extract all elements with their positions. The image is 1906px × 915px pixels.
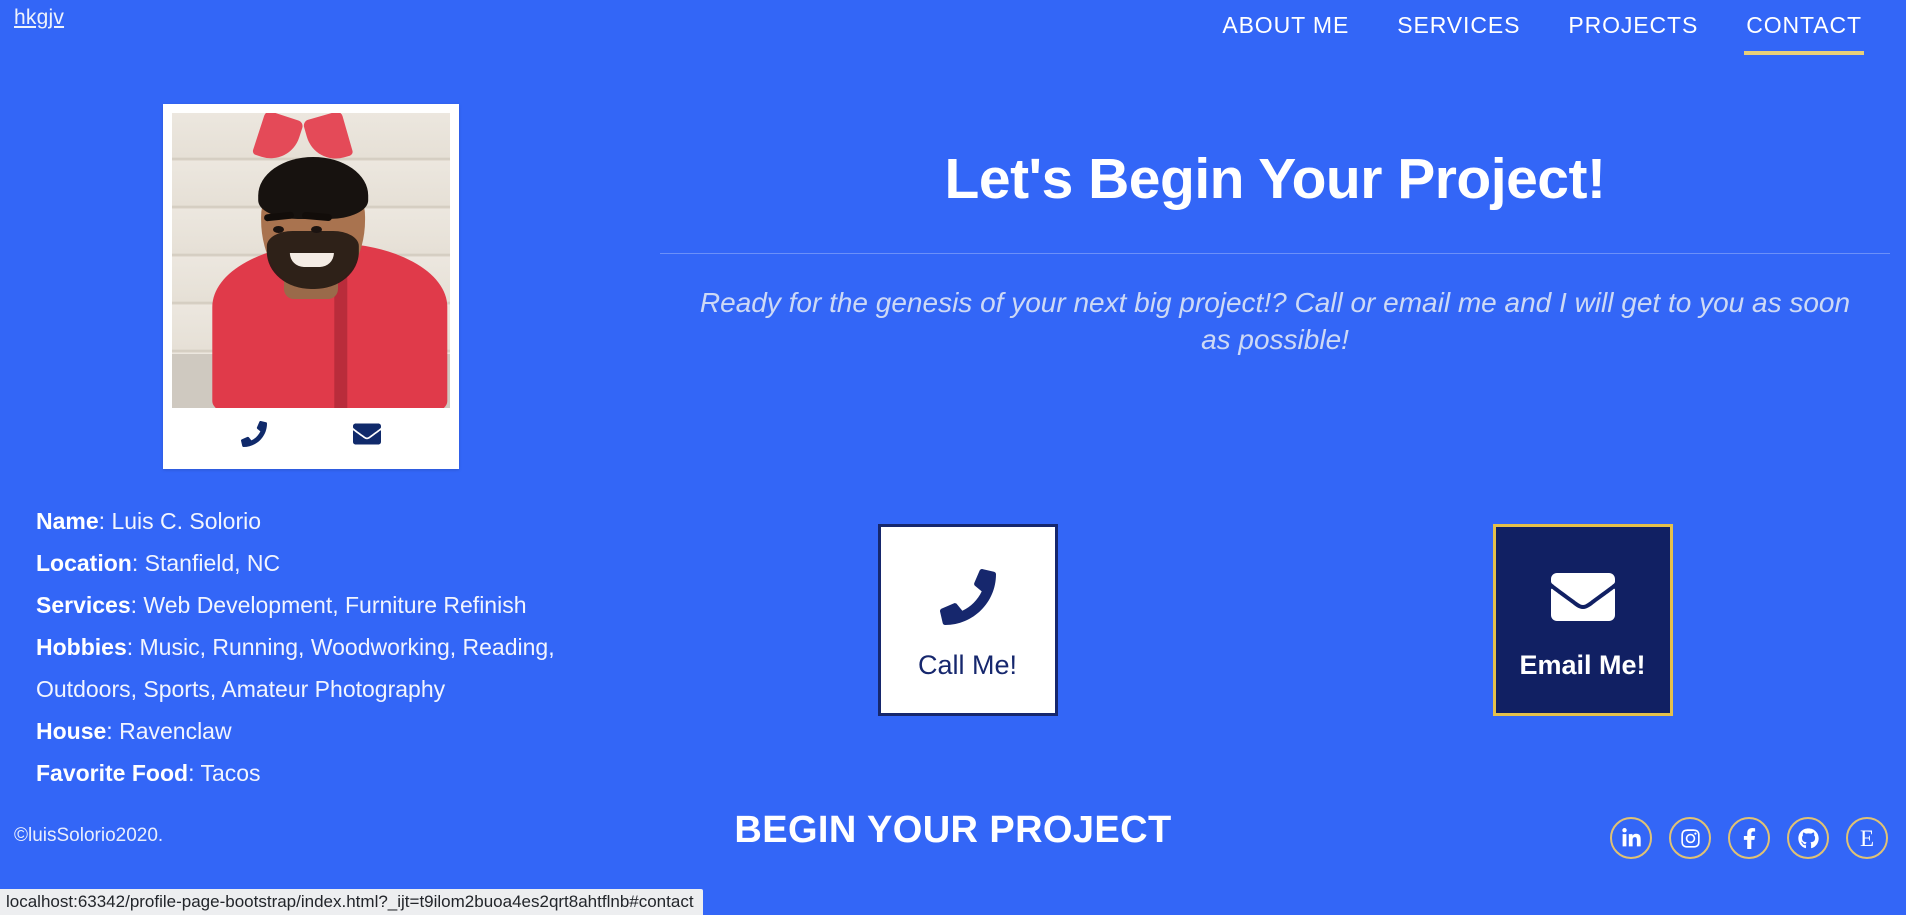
nav-link-contact[interactable]: CONTACT bbox=[1722, 12, 1886, 65]
photo-person-eye-left bbox=[273, 226, 284, 233]
envelope-icon-svg bbox=[1550, 572, 1615, 621]
info-sep: : bbox=[126, 634, 140, 660]
info-sep: : bbox=[98, 508, 112, 534]
info-sep: : bbox=[131, 550, 145, 576]
instagram-icon[interactable] bbox=[1669, 817, 1711, 859]
phone-icon-svg bbox=[939, 568, 996, 625]
info-label-house: House bbox=[36, 718, 107, 744]
info-value-location: Stanfield, NC bbox=[144, 550, 281, 576]
phone-icon bbox=[939, 560, 996, 634]
info-line-services: Services: Web Development, Furniture Ref… bbox=[36, 584, 596, 626]
etsy-icon[interactable]: E bbox=[1846, 817, 1888, 859]
info-label-location: Location bbox=[36, 550, 132, 576]
info-value-favorite-food: Tacos bbox=[200, 760, 261, 786]
info-value-services: Web Development, Furniture Refinish bbox=[143, 592, 527, 618]
info-sep: : bbox=[188, 760, 201, 786]
footer-social-links: E bbox=[1610, 817, 1888, 859]
brand-logo[interactable]: hkgjv bbox=[14, 6, 64, 30]
card-envelope-icon[interactable] bbox=[353, 420, 381, 448]
linkedin-icon-svg bbox=[1621, 827, 1641, 846]
call-me-label: Call Me! bbox=[917, 649, 1018, 680]
github-icon-svg bbox=[1797, 827, 1819, 848]
info-label-services: Services bbox=[36, 592, 131, 618]
info-value-name: Luis C. Solorio bbox=[111, 508, 262, 534]
facebook-icon[interactable] bbox=[1728, 817, 1770, 859]
profile-photo bbox=[172, 113, 450, 408]
envelope-icon-svg bbox=[353, 423, 381, 445]
info-line-name: Name: Luis C. Solorio bbox=[36, 500, 596, 542]
browser-status-bar: localhost:63342/profile-page-bootstrap/i… bbox=[0, 889, 703, 915]
info-sep: : bbox=[106, 718, 120, 744]
title-divider bbox=[660, 252, 1890, 254]
info-label-name: Name bbox=[36, 508, 99, 534]
email-me-button[interactable]: Email Me! bbox=[1492, 524, 1673, 716]
instagram-icon-svg bbox=[1680, 828, 1700, 848]
info-value-house: Ravenclaw bbox=[119, 718, 232, 744]
nav-link-services[interactable]: SERVICES bbox=[1373, 12, 1544, 65]
info-line-location: Location: Stanfield, NC bbox=[36, 542, 596, 584]
main-content: Let's Begin Your Project! Ready for the … bbox=[660, 120, 1890, 359]
info-label-favorite-food: Favorite Food bbox=[36, 760, 189, 786]
nav-link-about-me[interactable]: ABOUT ME bbox=[1198, 12, 1373, 65]
card-phone-icon[interactable] bbox=[241, 421, 267, 447]
phone-icon-svg bbox=[241, 421, 267, 447]
github-icon[interactable] bbox=[1787, 817, 1829, 859]
profile-card-actions bbox=[172, 408, 450, 460]
info-line-house: House: Ravenclaw bbox=[36, 710, 596, 752]
photo-person-eye-right bbox=[311, 226, 322, 233]
etsy-letter: E bbox=[1859, 825, 1875, 851]
info-label-hobbies: Hobbies bbox=[36, 634, 127, 660]
profile-info-list: Name: Luis C. Solorio Location: Stanfiel… bbox=[36, 500, 596, 794]
envelope-icon bbox=[1550, 560, 1615, 634]
footer-copyright: ©luisSolorio2020. bbox=[14, 825, 164, 846]
facebook-icon-svg bbox=[1743, 827, 1755, 849]
page-title: Let's Begin Your Project! bbox=[944, 147, 1606, 211]
nav-links: ABOUT ME SERVICES PROJECTS CONTACT bbox=[1198, 12, 1886, 65]
profile-card bbox=[163, 104, 459, 469]
nav-link-projects[interactable]: PROJECTS bbox=[1544, 12, 1722, 65]
info-line-hobbies: Hobbies: Music, Running, Woodworking, Re… bbox=[36, 626, 596, 710]
call-me-button[interactable]: Call Me! bbox=[877, 524, 1058, 716]
lead-paragraph: Ready for the genesis of your next big p… bbox=[699, 286, 1851, 356]
linkedin-icon[interactable] bbox=[1610, 817, 1652, 859]
photo-person-smile bbox=[289, 253, 334, 267]
top-navbar: hkgjv ABOUT ME SERVICES PROJECTS CONTACT bbox=[0, 0, 1906, 66]
footer-title: BEGIN YOUR PROJECT bbox=[734, 809, 1172, 851]
info-sep: : bbox=[130, 592, 144, 618]
email-me-label: Email Me! bbox=[1519, 649, 1646, 680]
cta-row: Call Me! Email Me! bbox=[660, 524, 1890, 716]
